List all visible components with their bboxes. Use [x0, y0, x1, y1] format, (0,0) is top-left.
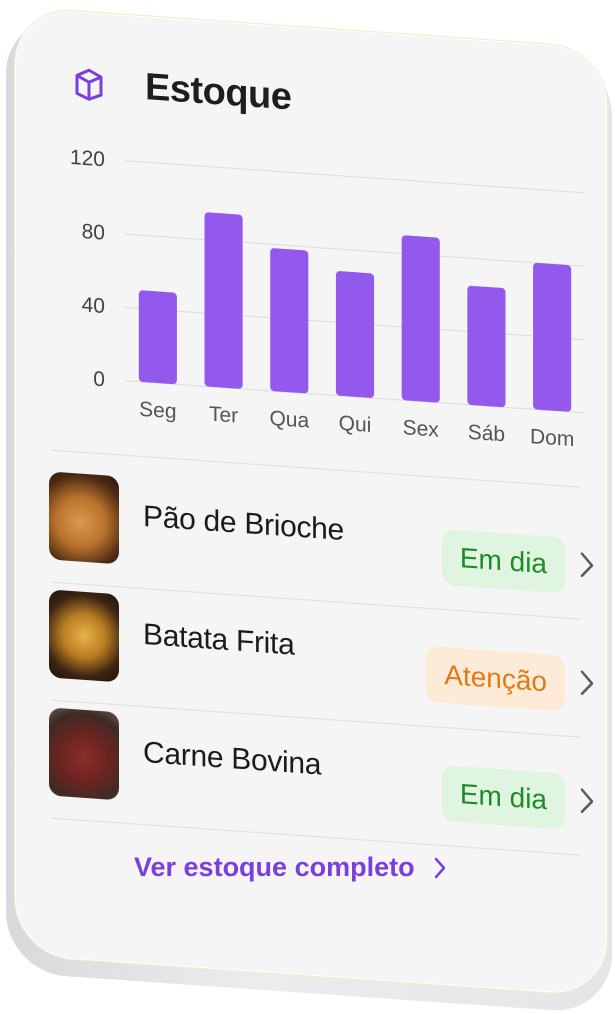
x-tick-label: Sáb [468, 421, 505, 447]
status-badge: Atenção [426, 645, 565, 712]
stock-bar-chart: 0 40 80 120 Seg Ter Qua Qui Sex Sáb Dom [70, 146, 585, 451]
card-title: Estoque [145, 66, 292, 119]
x-tick-label: Ter [209, 403, 238, 428]
list-item[interactable]: Batata Frita Atenção [49, 589, 597, 719]
x-tick-label: Sex [403, 416, 440, 442]
chart-bar [401, 235, 440, 403]
view-full-stock-label: Ver estoque completo [134, 852, 415, 882]
chart-bar [533, 262, 572, 412]
status-badge: Em dia [441, 764, 565, 830]
y-tick-label: 40 [82, 293, 105, 318]
y-tick-label: 0 [93, 368, 105, 392]
grid-line [125, 160, 585, 194]
list-item[interactable]: Pão de Brioche Em dia [49, 471, 597, 601]
inventory-card: Estoque 0 40 80 120 Seg Ter Qua Qui Sex Sáb Dom Pã… [14, 6, 608, 998]
chart-bar [335, 271, 375, 398]
chart-bar [138, 290, 177, 385]
french-fries-image [49, 589, 119, 683]
beef-meat-image [49, 707, 119, 801]
grid-line [125, 233, 585, 267]
stock-chart: 0 40 80 120 Seg Ter Qua Qui Sex Sáb Dom [55, 146, 595, 464]
y-tick-label: 120 [70, 146, 105, 171]
x-tick-label: Qua [269, 407, 309, 433]
item-name: Pão de Brioche [143, 500, 344, 548]
chart-bar [467, 285, 506, 408]
chart-bar [204, 212, 243, 389]
status-badge: Em dia [441, 528, 565, 594]
view-full-stock-link[interactable]: Ver estoque completo [134, 852, 447, 883]
y-tick-label: 80 [82, 220, 105, 245]
chart-bar [270, 248, 309, 394]
item-name: Carne Bovina [143, 736, 322, 782]
package-box-icon [75, 68, 103, 101]
chevron-right-icon [434, 857, 445, 878]
x-tick-label: Seg [139, 398, 176, 424]
chevron-right-icon[interactable] [579, 787, 595, 816]
chevron-right-icon[interactable] [579, 669, 595, 698]
list-item[interactable]: Carne Bovina Em dia [49, 707, 597, 837]
card-header: Estoque [71, 61, 291, 119]
x-tick-label: Qui [339, 412, 372, 437]
item-name: Batata Frita [143, 618, 295, 662]
brioche-bread-image [49, 471, 119, 565]
x-tick-label: Dom [530, 425, 574, 451]
chevron-right-icon[interactable] [579, 551, 595, 580]
